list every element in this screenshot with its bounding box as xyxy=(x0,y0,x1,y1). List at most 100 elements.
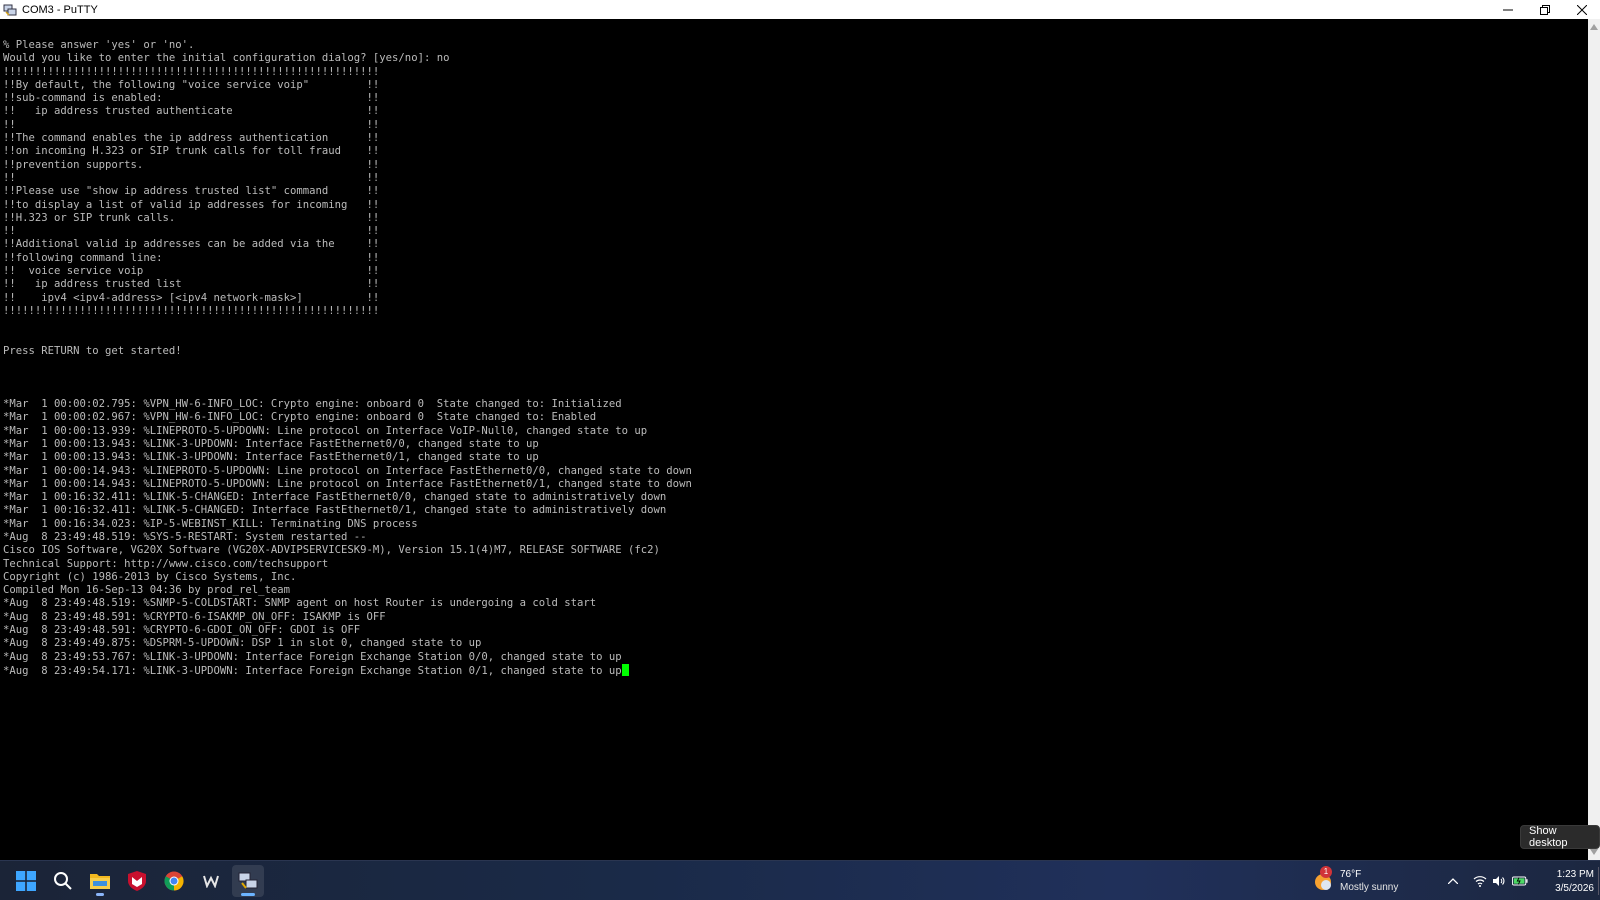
chevron-up-icon xyxy=(1448,878,1458,884)
terminal-line: *Mar 1 00:00:13.943: %LINK-3-UPDOWN: Int… xyxy=(3,451,539,464)
terminal-lines: % Please answer 'yes' or 'no'. Would you … xyxy=(3,39,692,664)
active-indicator xyxy=(241,893,255,896)
terminal-line: *Aug 8 23:49:49.875: %DSPRM-5-UPDOWN: DS… xyxy=(3,637,482,650)
folder-icon xyxy=(90,874,110,889)
terminal-line: Compiled Mon 16-Sep-13 04:36 by prod_rel… xyxy=(3,584,291,597)
clock[interactable]: 1:23 PM 3/5/2026 xyxy=(1538,868,1594,896)
putty-icon xyxy=(238,872,258,889)
minimize-button[interactable] xyxy=(1489,0,1526,19)
restore-icon xyxy=(1539,4,1550,15)
mcafee-button[interactable] xyxy=(121,865,153,897)
terminal-line: !!Additional valid ip addresses can be a… xyxy=(3,238,380,251)
terminal-last-line: *Aug 8 23:49:54.171: %LINK-3-UPDOWN: Int… xyxy=(3,663,692,678)
weather-temperature: 76°F xyxy=(1340,869,1362,880)
terminal-line: !!!!!!!!!!!!!!!!!!!!!!!!!!!!!!!!!!!!!!!!… xyxy=(3,304,380,317)
terminal-line: Press RETURN to get started! xyxy=(3,344,182,357)
terminal-line: !! ipv4 <ipv4-address> [<ipv4 network-ma… xyxy=(3,291,380,304)
restore-button[interactable] xyxy=(1526,0,1563,19)
terminal-line: !!following command line: !! xyxy=(3,251,380,264)
close-icon xyxy=(1576,4,1587,15)
terminal-line: Cisco IOS Software, VG20X Software (VG20… xyxy=(3,544,660,557)
terminal-line: !! !! xyxy=(3,118,380,131)
terminal-line: !! ip address trusted authenticate !! xyxy=(3,105,380,118)
terminal-line: *Mar 1 00:00:13.939: %LINEPROTO-5-UPDOWN… xyxy=(3,424,648,437)
terminal-line: *Aug 8 23:49:48.591: %CRYPTO-6-ISAKMP_ON… xyxy=(3,610,386,623)
terminal-line: Would you like to enter the initial conf… xyxy=(3,52,450,65)
terminal-line: % Please answer 'yes' or 'no'. xyxy=(3,39,195,51)
terminal-line: !!The command enables the ip address aut… xyxy=(3,132,380,145)
weather-widget[interactable]: 1 76°F Mostly sunny xyxy=(1312,866,1398,896)
mcafee-shield-icon xyxy=(128,871,146,891)
terminal-line: !!sub-command is enabled: !! xyxy=(3,92,380,105)
scroll-down-icon xyxy=(1590,849,1598,855)
terminal-line: !! ip address trusted list !! xyxy=(3,278,380,291)
volume-tray-button[interactable] xyxy=(1491,873,1507,889)
putty-app-icon xyxy=(3,3,17,17)
wifi-icon xyxy=(1473,876,1487,887)
weather-sun-icon: 1 xyxy=(1312,866,1334,892)
terminal-line: !!Please use "show ip address trusted li… xyxy=(3,185,380,198)
window-title: COM3 - PuTTY xyxy=(22,3,98,16)
scroll-up-button[interactable] xyxy=(1588,21,1600,33)
scroll-up-icon xyxy=(1590,24,1598,30)
terminal-line: *Mar 1 00:00:02.795: %VPN_HW-6-INFO_LOC:… xyxy=(3,398,622,411)
terminal-cursor xyxy=(621,663,629,676)
terminal-line: Copyright (c) 1986-2013 by Cisco Systems… xyxy=(3,570,297,583)
chrome-icon xyxy=(164,871,184,891)
show-hidden-icons-button[interactable] xyxy=(1445,873,1461,889)
terminal-line: *Mar 1 00:00:14.943: %LINEPROTO-5-UPDOWN… xyxy=(3,464,692,477)
weather-alert-badge: 1 xyxy=(1320,866,1332,878)
terminal-line: !!!!!!!!!!!!!!!!!!!!!!!!!!!!!!!!!!!!!!!!… xyxy=(3,65,380,78)
terminal-line: *Mar 1 00:00:02.967: %VPN_HW-6-INFO_LOC:… xyxy=(3,411,597,424)
terminal-line: *Mar 1 00:00:13.943: %LINK-3-UPDOWN: Int… xyxy=(3,437,539,450)
terminal-line: !! !! xyxy=(3,225,380,238)
terminal-line: !! voice service voip !! xyxy=(3,265,380,278)
wifi-tray-button[interactable] xyxy=(1472,873,1488,889)
search-button[interactable] xyxy=(47,865,79,897)
close-button[interactable] xyxy=(1563,0,1600,19)
battery-charging-icon xyxy=(1512,876,1528,886)
terminal-line: *Mar 1 00:16:32.411: %LINK-5-CHANGED: In… xyxy=(3,504,667,517)
start-button[interactable] xyxy=(10,865,42,897)
terminal-line: *Aug 8 23:49:48.519: %SNMP-5-COLDSTART: … xyxy=(3,597,597,610)
file-explorer-button[interactable] xyxy=(84,865,116,897)
minimize-icon xyxy=(1502,9,1513,10)
terminal-line: !!H.323 or SIP trunk calls. !! xyxy=(3,211,380,224)
terminal-line: *Aug 8 23:49:48.591: %CRYPTO-6-GDOI_ON_O… xyxy=(3,624,361,637)
terminal-line: Technical Support: http://www.cisco.com/… xyxy=(3,557,329,570)
window-titlebar[interactable]: COM3 - PuTTY xyxy=(0,0,1600,19)
terminal-line: *Mar 1 00:00:14.943: %LINEPROTO-5-UPDOWN… xyxy=(3,477,692,490)
w-letter-icon xyxy=(203,875,219,888)
battery-tray-button[interactable] xyxy=(1512,873,1528,889)
clock-time: 1:23 PM xyxy=(1556,869,1594,880)
terminal-output: % Please answer 'yes' or 'no'. Would you … xyxy=(3,39,692,678)
taskbar: 1 76°F Mostly sunny 1:23 PM 3/5/2026 xyxy=(0,860,1600,900)
putty-taskbar-button[interactable] xyxy=(232,865,264,897)
windows-logo-icon xyxy=(16,871,36,891)
chrome-button[interactable] xyxy=(158,865,190,897)
terminal-line: *Mar 1 00:16:32.411: %LINK-5-CHANGED: In… xyxy=(3,491,667,504)
terminal-last-line-text: *Aug 8 23:49:54.171: %LINK-3-UPDOWN: Int… xyxy=(3,664,622,677)
terminal-line: !!By default, the following "voice servi… xyxy=(3,78,380,91)
terminal-line: !!to display a list of valid ip addresse… xyxy=(3,198,380,211)
search-icon xyxy=(54,872,72,890)
terminal-line: !!prevention supports. !! xyxy=(3,158,380,171)
show-desktop-tooltip: Show desktop xyxy=(1520,825,1600,849)
terminal-line: *Mar 1 00:16:34.023: %IP-5-WEBINST_KILL:… xyxy=(3,517,418,530)
terminal-line: !!on incoming H.323 or SIP trunk calls f… xyxy=(3,145,380,158)
terminal-line: !! !! xyxy=(3,171,380,184)
clock-date: 3/5/2026 xyxy=(1555,883,1594,894)
terminal-line: *Aug 8 23:49:53.767: %LINK-3-UPDOWN: Int… xyxy=(3,650,622,663)
speaker-icon xyxy=(1493,876,1505,886)
running-indicator xyxy=(96,893,104,896)
terminal-area[interactable]: % Please answer 'yes' or 'no'. Would you … xyxy=(0,19,1588,860)
terminal-line: *Aug 8 23:49:48.519: %SYS-5-RESTART: Sys… xyxy=(3,530,367,543)
w-app-button[interactable] xyxy=(195,865,227,897)
weather-condition: Mostly sunny xyxy=(1340,882,1399,893)
vertical-scrollbar[interactable] xyxy=(1588,19,1600,860)
